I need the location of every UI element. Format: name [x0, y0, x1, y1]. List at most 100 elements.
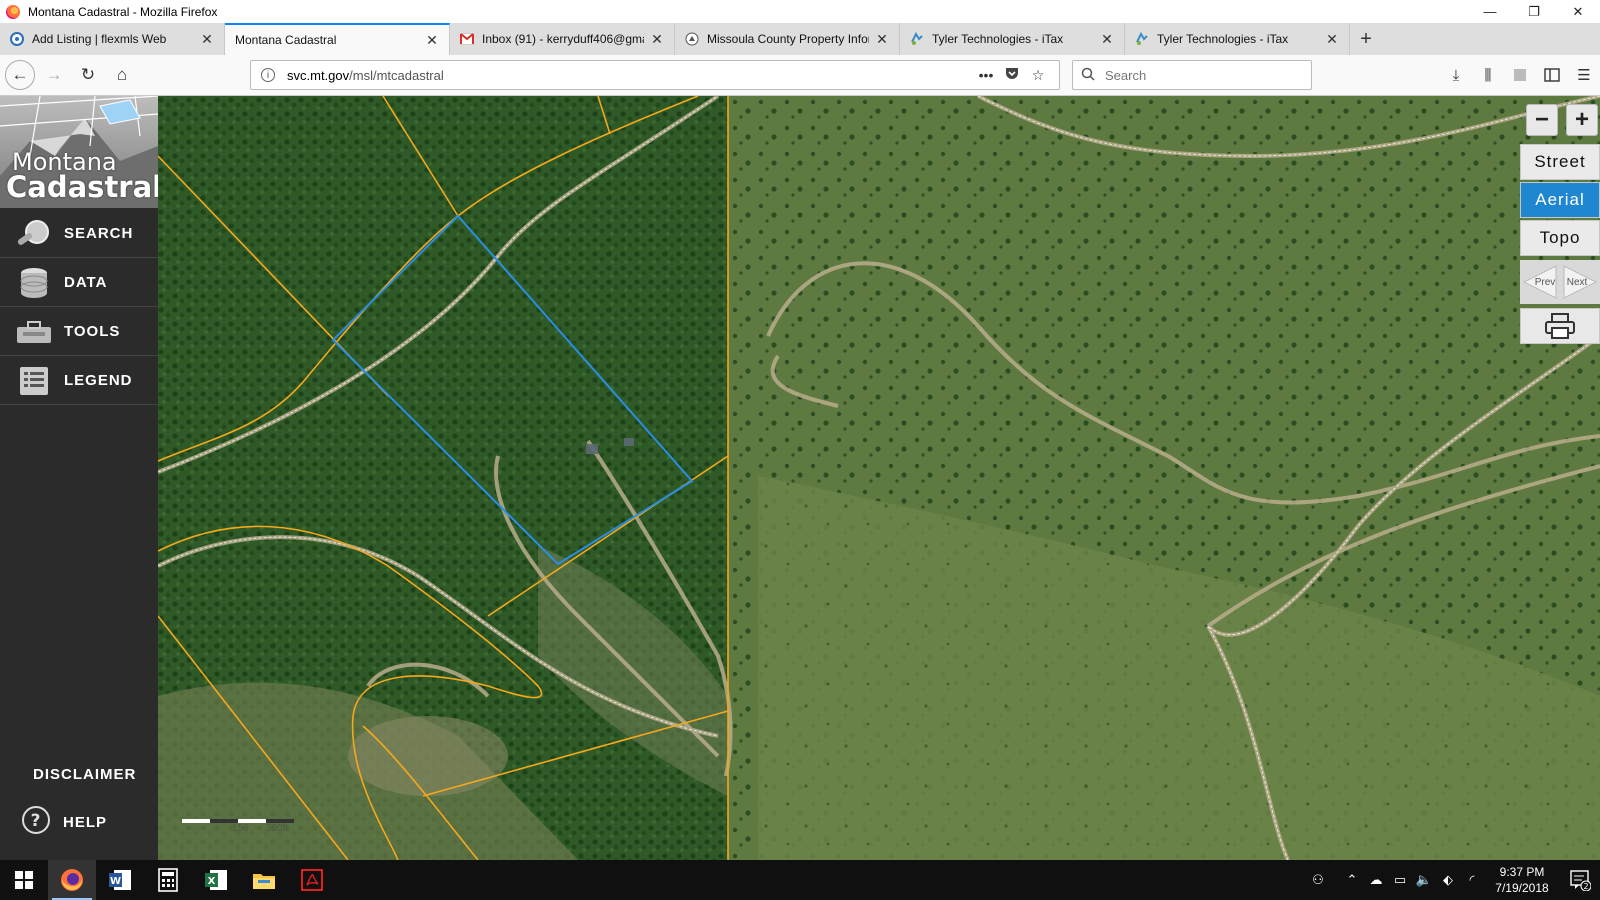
- help-question-icon: ?: [21, 805, 51, 839]
- layer-aerial-button[interactable]: Aerial: [1520, 182, 1600, 218]
- onedrive-cloud-icon[interactable]: ☁: [1364, 872, 1388, 888]
- file-explorer-icon: [253, 874, 275, 889]
- action-center-button[interactable]: 2: [1560, 860, 1600, 900]
- system-clock[interactable]: 9:37 PM 7/19/2018: [1484, 864, 1560, 896]
- logo-text-cadastral: Cadastral: [6, 170, 158, 204]
- scale-left-label: 150: [232, 823, 249, 834]
- search-icon: [1081, 67, 1099, 84]
- zoom-controls: − +: [1520, 104, 1600, 136]
- people-icon[interactable]: ⚇: [1306, 872, 1330, 888]
- tab-montana-cadastral[interactable]: Montana Cadastral ✕: [225, 23, 450, 55]
- svg-text:X: X: [208, 876, 216, 887]
- taskbar-firefox[interactable]: [48, 860, 96, 900]
- help-label: HELP: [63, 813, 108, 831]
- cadastral-app: Montana Cadastral SEARCH DATA TOOLS LEGE…: [0, 96, 1600, 860]
- next-label: Next: [1566, 276, 1588, 288]
- tyler-icon: [910, 32, 924, 46]
- tab-close-button[interactable]: ✕: [1325, 31, 1339, 48]
- screen: Montana Cadastral - Mozilla Firefox — ❐ …: [0, 0, 1600, 900]
- app-sidebar: Montana Cadastral SEARCH DATA TOOLS LEGE…: [0, 96, 158, 860]
- url-text[interactable]: svc.mt.gov/msl/mtcadastral: [287, 68, 971, 83]
- show-hidden-icons-icon[interactable]: ⌃: [1340, 872, 1364, 888]
- sidebar-toggle-icon[interactable]: [1536, 60, 1568, 90]
- zoom-in-button[interactable]: +: [1566, 104, 1598, 136]
- close-window-button[interactable]: ✕: [1556, 0, 1600, 23]
- layer-topo-button[interactable]: Topo: [1520, 220, 1600, 256]
- word-icon: W: [109, 870, 131, 890]
- prev-label: Prev: [1534, 276, 1556, 288]
- battery-icon[interactable]: ▭: [1388, 872, 1412, 888]
- navigation-toolbar: ← → ↻ ⌂ i svc.mt.gov/msl/mtcadastral •••…: [0, 55, 1600, 96]
- tab-close-button[interactable]: ✕: [425, 32, 439, 49]
- print-button[interactable]: [1520, 308, 1600, 344]
- next-extent-button[interactable]: Next: [1562, 264, 1598, 300]
- help-link[interactable]: ? HELP: [0, 802, 158, 842]
- search-bar[interactable]: Search: [1072, 60, 1312, 90]
- downloads-icon[interactable]: ⤓: [1440, 60, 1472, 90]
- tab-close-button[interactable]: ✕: [1100, 31, 1114, 48]
- tab-tyler-itax-1[interactable]: Tyler Technologies - iTax ✕: [900, 23, 1125, 55]
- taskbar-acrobat[interactable]: [288, 860, 336, 900]
- tab-label: Montana Cadastral: [235, 33, 337, 47]
- minimize-button[interactable]: —: [1468, 0, 1512, 23]
- tab-tyler-itax-2[interactable]: Tyler Technologies - iTax ✕: [1125, 23, 1350, 55]
- list-icon: [14, 364, 54, 398]
- extension-icon[interactable]: [1504, 60, 1536, 90]
- sidebar-item-tools[interactable]: TOOLS: [0, 308, 158, 356]
- notification-count: 2: [1583, 882, 1588, 891]
- aerial-map-imagery[interactable]: [158, 96, 1600, 860]
- pocket-icon[interactable]: [1001, 67, 1023, 83]
- site-info-icon[interactable]: i: [261, 68, 275, 82]
- new-tab-button[interactable]: +: [1350, 23, 1382, 55]
- tab-add-listing[interactable]: Add Listing | flexmls Web ✕: [0, 23, 225, 55]
- volume-icon[interactable]: 🔈: [1412, 872, 1436, 888]
- forward-button[interactable]: →: [39, 60, 69, 90]
- start-button[interactable]: [0, 860, 48, 900]
- dropbox-icon[interactable]: ⬖: [1436, 872, 1460, 888]
- tab-missoula-county[interactable]: Missoula County Property Infor ✕: [675, 23, 900, 55]
- window-titlebar: Montana Cadastral - Mozilla Firefox — ❐ …: [0, 0, 1600, 23]
- gmail-icon: [460, 32, 474, 46]
- svg-text:?: ?: [31, 811, 42, 831]
- tab-close-button[interactable]: ✕: [200, 31, 214, 48]
- home-button[interactable]: ⌂: [107, 60, 137, 90]
- reload-icon: ↻: [80, 65, 96, 84]
- library-icon[interactable]: ⫼: [1472, 60, 1504, 90]
- map-view[interactable]: − + Street Aerial Topo Prev Next 150 300…: [158, 96, 1600, 860]
- system-tray: ⚇ ⌃ ☁ ▭ 🔈 ⬖ ◜ 9:37 PM 7/19/2018 2: [1306, 860, 1600, 900]
- acrobat-icon: [301, 869, 323, 891]
- extent-history-controls: Prev Next: [1520, 260, 1600, 304]
- sidebar-item-data[interactable]: DATA: [0, 259, 158, 307]
- taskbar-excel[interactable]: X: [192, 860, 240, 900]
- tab-close-button[interactable]: ✕: [875, 31, 889, 48]
- wifi-icon[interactable]: ◜: [1460, 872, 1484, 888]
- back-arrow-icon: ←: [11, 65, 29, 84]
- tyler-icon: [1135, 32, 1149, 46]
- notification-icon: 2: [1570, 870, 1591, 891]
- flexmls-icon: [10, 32, 24, 46]
- back-button[interactable]: ←: [5, 60, 35, 90]
- zoom-out-button[interactable]: −: [1526, 104, 1558, 136]
- reload-button[interactable]: ↻: [73, 60, 103, 90]
- page-actions-icon[interactable]: •••: [975, 67, 997, 83]
- sidebar-item-search[interactable]: SEARCH: [0, 210, 158, 258]
- disclaimer-link[interactable]: DISCLAIMER: [0, 754, 158, 794]
- sidebar-item-label: TOOLS: [64, 323, 121, 340]
- taskbar-file-explorer[interactable]: [240, 860, 288, 900]
- tab-close-button[interactable]: ✕: [650, 31, 664, 48]
- tab-gmail-inbox[interactable]: Inbox (91) - kerryduff406@gma ✕: [450, 23, 675, 55]
- database-icon: [14, 266, 54, 300]
- home-icon: ⌂: [116, 65, 128, 84]
- calculator-icon: [158, 868, 178, 892]
- hamburger-menu-icon[interactable]: ☰: [1568, 60, 1600, 90]
- url-bar[interactable]: i svc.mt.gov/msl/mtcadastral ••• ☆: [250, 60, 1060, 90]
- sidebar-item-legend[interactable]: LEGEND: [0, 357, 158, 405]
- windows-taskbar: W X ⚇ ⌃ ☁ ▭ 🔈 ⬖ ◜ 9:37 PM 7/19/2018 2: [0, 860, 1600, 900]
- window-title: Montana Cadastral - Mozilla Firefox: [28, 4, 218, 19]
- taskbar-calculator[interactable]: [144, 860, 192, 900]
- bookmark-star-icon[interactable]: ☆: [1027, 67, 1049, 84]
- taskbar-word[interactable]: W: [96, 860, 144, 900]
- maximize-button[interactable]: ❐: [1512, 0, 1556, 23]
- prev-extent-button[interactable]: Prev: [1522, 264, 1558, 300]
- layer-street-button[interactable]: Street: [1520, 144, 1600, 180]
